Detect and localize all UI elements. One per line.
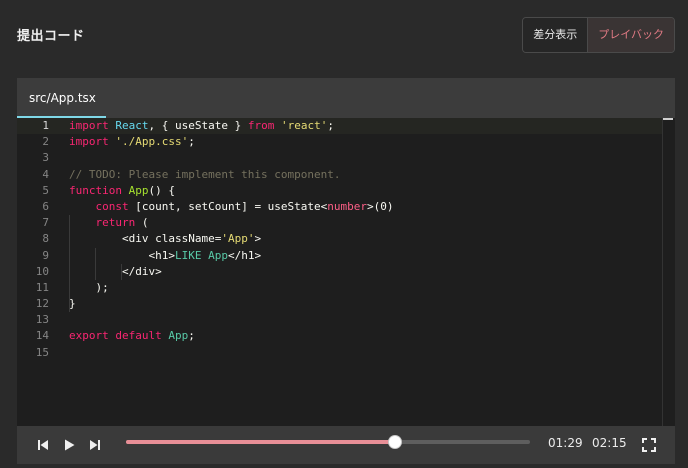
code-token: export [69,329,109,343]
view-mode-toggle: 差分表示 プレイバック [522,17,675,53]
line-number: 15 [35,345,49,359]
code-token: 'react' [274,119,328,132]
line-number: 6 [42,199,49,213]
progress-slider[interactable] [126,435,530,449]
code-token: 'App' [221,232,255,246]
page-header: 提出コード 差分表示 プレイバック [0,0,688,70]
code-token: } [69,297,76,311]
skip-previous-icon [38,440,48,450]
line-number: 4 [42,167,49,181]
line-text: // TODO: Please implement this component… [69,167,341,183]
code-token: </div> [69,264,162,278]
play-icon [65,439,75,451]
line-text: import React, { useState } from 'react'; [69,118,334,134]
page-title: 提出コード [17,29,85,44]
code-token: return [69,216,136,230]
overview-ruler-marker [663,118,673,120]
line-number: 14 [35,329,49,343]
code-line[interactable]: 13 [17,312,663,328]
code-area[interactable]: 1 import React, { useState } from 'react'… [17,118,663,426]
code-token: , { useState } [148,119,248,132]
file-tab[interactable]: src/App.tsx [17,78,106,118]
skip-next-button[interactable] [85,435,105,455]
line-text: <h1>LIKE App</h1> [69,248,261,264]
line-text: function App() { [69,183,175,199]
code-line[interactable]: 6 const [count, setCount] = useState<num… [17,199,663,215]
code-token: ); [69,280,109,294]
line-text: import './App.css'; [69,134,195,150]
code-token: App [161,329,189,343]
playback-controls: 01:29 02:15 [17,426,675,464]
code-token: App [121,183,149,197]
code-editor: src/App.tsx 1 import React, { useState } … [17,78,675,426]
code-token: () { [148,183,175,197]
code-token: './App.css' [108,135,189,149]
line-text: return ( [69,215,148,231]
code-token: ; [188,329,195,343]
line-number: 11 [35,280,49,294]
code-token: [count, setCount] = useState< [128,199,328,213]
code-line[interactable]: 9 <h1>LIKE App</h1> [17,248,663,264]
code-line[interactable]: 1 import React, { useState } from 'react'… [17,118,663,135]
line-number: 13 [35,313,49,327]
line-number: 8 [42,232,49,246]
code-token: import [69,119,109,132]
code-token: ; [327,119,334,132]
line-number: 7 [42,216,49,230]
code-token: <div className= [69,232,222,246]
line-number: 10 [35,264,49,278]
code-token: number [327,199,368,213]
code-line[interactable]: 15 [17,345,663,361]
progress-fill [126,440,396,444]
line-text: export default App; [69,328,195,344]
code-token: import [69,135,109,149]
line-number: 2 [42,135,49,149]
diff-view-button[interactable]: 差分表示 [523,18,588,52]
code-token: LIKE App [174,248,228,262]
code-token: >(0) [367,199,394,213]
skip-previous-button[interactable] [33,435,53,455]
code-line[interactable]: 5 function App() { [17,183,663,199]
line-number: 12 [35,297,49,311]
vertical-scrollbar[interactable] [662,118,663,426]
code-line[interactable]: 7 return ( [17,215,663,231]
line-number: 3 [42,151,49,165]
code-token: default [108,329,162,343]
play-button[interactable] [59,435,79,455]
total-time: 02:15 [592,436,627,450]
skip-next-icon [90,440,100,450]
code-token: ( [135,216,149,230]
current-time: 01:29 [548,436,583,450]
code-line[interactable]: 12} [17,296,663,312]
code-token: ; [188,135,195,149]
code-line[interactable]: 3 [17,150,663,166]
line-text: const [count, setCount] = useState<numbe… [69,199,394,215]
fullscreen-icon [642,438,656,452]
code-token: React [108,119,149,132]
fullscreen-button[interactable] [639,435,659,455]
editor-tab-bar: src/App.tsx [17,78,675,118]
code-line[interactable]: 8 <div className='App'> [17,231,663,247]
line-text: ); [69,280,109,296]
progress-thumb[interactable] [388,435,403,449]
line-text: </div> [69,264,162,280]
code-line[interactable]: 11 ); [17,280,663,296]
line-text: <div className='App'> [69,231,261,247]
line-number: 5 [42,183,49,197]
line-number: 9 [42,248,49,262]
line-text: } [69,296,76,312]
code-token: <h1> [69,248,175,262]
code-line[interactable]: 14 export default App; [17,328,663,344]
playback-button[interactable]: プレイバック [587,18,674,52]
code-token: > [254,232,262,246]
code-token: const [69,199,129,213]
code-line[interactable]: 2 import './App.css'; [17,134,663,150]
code-line[interactable]: 10 </div> [17,264,663,280]
code-token: // TODO: Please implement this component… [69,167,341,181]
code-token: </h1> [227,248,262,262]
line-number: 1 [42,119,49,132]
code-token: function [69,183,122,197]
code-line[interactable]: 4 // TODO: Please implement this componen… [17,167,663,183]
code-token: from [247,119,275,132]
